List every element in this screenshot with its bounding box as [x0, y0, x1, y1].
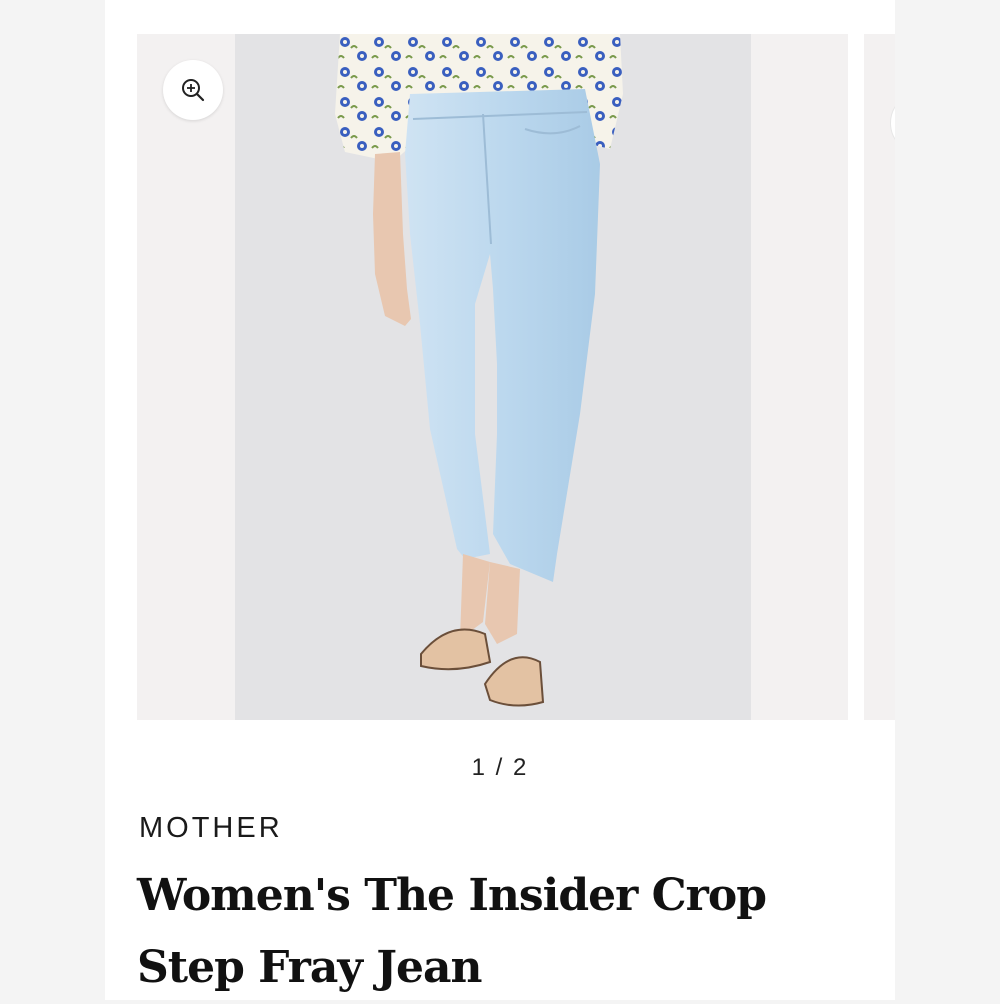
product-image-gallery[interactable]: [137, 34, 848, 720]
next-image-preview[interactable]: [864, 34, 895, 720]
brand-name[interactable]: MOTHER: [139, 812, 283, 845]
model-illustration: [335, 34, 623, 707]
next-zoom-button-peek: [890, 92, 895, 154]
zoom-button[interactable]: [163, 60, 223, 120]
product-photo[interactable]: [235, 34, 751, 720]
zoom-in-icon: [182, 79, 205, 102]
image-counter: 1 / 2: [471, 754, 529, 781]
product-title: Women's The Insider Crop Step Fray Jean: [137, 870, 767, 993]
